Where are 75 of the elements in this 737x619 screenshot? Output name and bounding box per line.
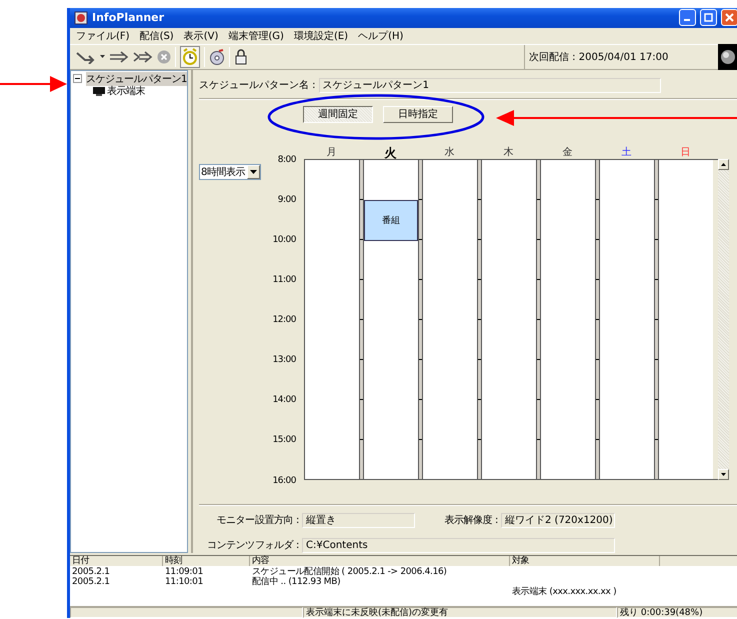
day-label: 土 — [620, 146, 632, 157]
disc-icon[interactable] — [209, 48, 225, 65]
day-label: 金 — [562, 146, 574, 157]
monitor-icon — [93, 86, 105, 96]
pattern-name-field[interactable]: スケジュールパターン1 — [318, 78, 661, 93]
scrollbar[interactable] — [718, 158, 729, 480]
time-label: 15:00 — [272, 435, 296, 446]
setting-field[interactable]: 縦置き — [302, 512, 415, 528]
time-label: 13:00 — [272, 355, 296, 366]
day-label: 木 — [502, 146, 514, 157]
close-icon — [725, 13, 734, 22]
time-label: 10:00 — [272, 234, 296, 245]
table-cell-text: 11:10:01 — [164, 576, 204, 589]
close-button[interactable] — [721, 9, 737, 26]
arrow-down-right-icon[interactable] — [76, 50, 96, 64]
next-delivery-text: 次回配信 : 2005/04/01 17:00 — [524, 44, 714, 69]
day-label: 水 — [444, 146, 456, 157]
view-select[interactable]: 8時間表示 — [199, 164, 261, 180]
minimize-button[interactable] — [679, 9, 696, 26]
lock-icon[interactable] — [234, 48, 248, 65]
setting-label: コンテンツフォルダ : — [206, 539, 299, 552]
mode-button[interactable]: 日時指定 — [383, 106, 453, 123]
menu-item[interactable]: ファイル(F) — [76, 28, 130, 43]
menu-item[interactable]: 表示(V) — [184, 28, 218, 43]
day-label: 日 — [680, 146, 692, 157]
time-label: 11:00 — [272, 274, 296, 285]
menu-item[interactable]: 端末管理(G) — [228, 28, 284, 43]
table-cell-text: 2005.2.1 — [71, 576, 111, 589]
maximize-icon — [704, 13, 713, 22]
window-title: InfoPlanner — [92, 11, 166, 24]
dropdown-caret-icon — [250, 170, 257, 174]
weekly-schedule-grid[interactable]: 番組 — [304, 158, 718, 480]
status-remaining: 残り 0:00:39(48%) — [617, 606, 737, 618]
column-header[interactable]: 日付 — [70, 556, 163, 566]
tree-item[interactable]: 表示端末 — [107, 84, 145, 98]
status-message: 表示端末に未反映(未配信)の変更有 — [303, 606, 617, 618]
day-label: 火 — [383, 144, 398, 157]
alarm-clock-button[interactable] — [180, 46, 200, 68]
setting-label: モニター設置方向 : — [215, 514, 299, 528]
time-label: 16:00 — [272, 476, 296, 486]
app-icon — [74, 10, 88, 25]
schedule-block[interactable]: 番組 — [364, 200, 418, 241]
arrow-right-icon[interactable] — [109, 50, 129, 64]
dropdown-caret-icon[interactable] — [100, 54, 105, 59]
table-cell-text: 配信中 .. (112.93 MB) — [251, 576, 342, 589]
table-cell-text: 表示端末 (xxx.xxx.xx.xx ) — [511, 586, 618, 597]
menu-item[interactable]: 配信(S) — [140, 28, 174, 43]
table-cell-text: 11:09:01 — [164, 566, 204, 577]
column-header[interactable]: 内容 — [250, 556, 510, 566]
schedule-block-label: 番組 — [382, 214, 400, 227]
table-cell-text: 2005.2.1 — [71, 566, 111, 577]
pattern-name-label: スケジュールパターン名 : — [199, 79, 316, 92]
column-header[interactable]: 対象 — [510, 556, 660, 566]
expander-icon[interactable] — [73, 74, 82, 84]
mode-button[interactable]: 週間固定 — [303, 106, 373, 123]
double-arrow-icon[interactable] — [133, 50, 153, 64]
maximize-button[interactable] — [700, 9, 717, 26]
menu-item[interactable]: ヘルプ(H) — [358, 28, 404, 43]
tree-item[interactable]: スケジュールパターン1 — [86, 72, 187, 86]
time-label: 14:00 — [272, 395, 296, 406]
down-arrow-icon[interactable] — [721, 472, 726, 476]
time-label: 12:00 — [272, 315, 296, 326]
table-cell-text: スケジュール配信開始 ( 2005.2.1 -> 2006.4.16) — [251, 566, 448, 577]
globe-icon — [720, 48, 736, 65]
day-column[interactable]: 番組 — [364, 160, 418, 479]
menu-item[interactable]: 環境設定(E) — [294, 28, 348, 43]
column-header[interactable]: 時刻 — [163, 556, 250, 566]
setting-label: 表示解像度 : — [443, 514, 498, 528]
setting-field[interactable]: C:¥Contents — [302, 538, 615, 553]
setting-field[interactable]: 縦ワイド2 (720x1200) — [501, 512, 615, 528]
up-arrow-icon[interactable] — [721, 162, 726, 166]
time-label: 8:00 — [278, 154, 296, 165]
day-label: 月 — [326, 146, 338, 157]
annotation-arrow — [0, 74, 68, 94]
time-label: 9:00 — [278, 194, 296, 205]
